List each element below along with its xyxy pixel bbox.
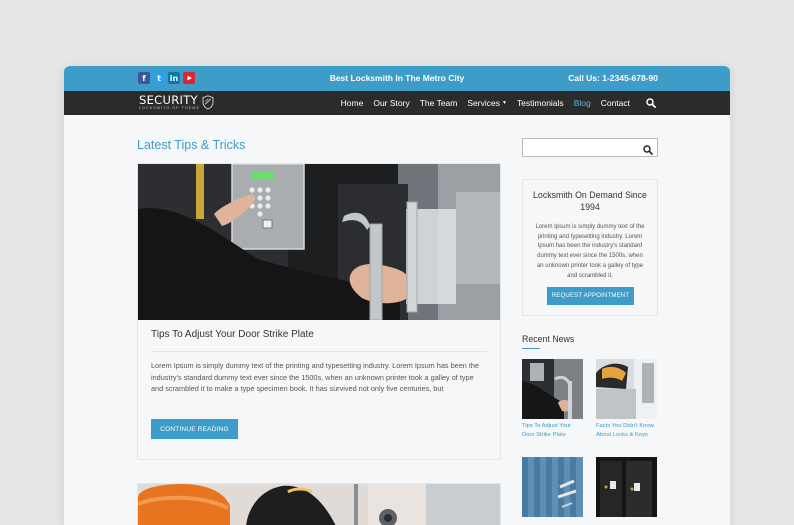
main-navbar: SECURITY LOCKSMITH OF THEME Home Our Sto… (64, 91, 730, 115)
news-thumbnail[interactable] (596, 457, 657, 517)
continue-reading-button[interactable]: CONTINUE READING (151, 419, 238, 439)
logo-subtitle: LOCKSMITH OF THEME (139, 106, 201, 110)
site-logo[interactable]: SECURITY LOCKSMITH OF THEME (139, 94, 214, 111)
shield-icon (202, 95, 214, 110)
sidebar-search-input[interactable] (522, 138, 658, 157)
news-thumbnail[interactable] (522, 457, 583, 517)
nav-item-testimonials[interactable]: Testimonials (517, 98, 564, 108)
news-caption[interactable]: Facts You Didn't Know About Locks & Keys (596, 422, 657, 440)
nav-menu: Home Our Story The Team Services ▼ Testim… (331, 91, 656, 115)
post-title[interactable]: Tips To Adjust Your Door Strike Plate (151, 329, 314, 340)
browser-window: f t in Best Locksmith In The Metro City … (64, 66, 730, 525)
post-image-next[interactable] (138, 484, 501, 525)
nav-item-contact[interactable]: Contact (601, 98, 630, 108)
recent-news-item[interactable] (596, 457, 657, 517)
search-icon[interactable] (643, 142, 653, 160)
blog-post-card: Tips To Adjust Your Door Strike Plate Lo… (137, 163, 501, 460)
nav-item-our-story[interactable]: Our Story (373, 98, 409, 108)
divider (151, 351, 487, 352)
recent-news-item[interactable] (522, 457, 583, 517)
post-excerpt: Lorem Ipsum is simply dummy text of the … (151, 361, 479, 394)
post-image[interactable] (138, 164, 500, 320)
caret-down-icon: ▼ (501, 100, 507, 106)
widget-text: Lorem Ipsum is simply dummy text of the … (535, 224, 645, 279)
top-bar: f t in Best Locksmith In The Metro City … (64, 66, 730, 91)
recent-news-title: Recent News (522, 334, 575, 344)
news-caption[interactable]: Tips To Adjust Your Door Strike Plate (522, 422, 583, 440)
nav-item-the-team[interactable]: The Team (420, 98, 458, 108)
section-heading: Latest Tips & Tricks (137, 138, 246, 152)
widget-title: Locksmith On Demand Since 1994 (533, 190, 647, 212)
logo-name: SECURITY (139, 93, 198, 107)
request-appointment-button[interactable]: REQUEST APPOINTMENT (547, 287, 634, 305)
news-thumbnail[interactable] (596, 359, 657, 419)
about-widget: Locksmith On Demand Since 1994 Lorem Ips… (522, 179, 658, 316)
nav-item-blog[interactable]: Blog (574, 98, 591, 108)
blog-post-card-next (137, 483, 501, 525)
nav-item-services[interactable]: Services ▼ (467, 98, 507, 108)
phone-number[interactable]: Call Us: 1-2345-678-90 (568, 73, 658, 83)
search-icon[interactable] (646, 98, 656, 108)
title-underline (522, 348, 540, 349)
nav-item-home[interactable]: Home (341, 98, 364, 108)
recent-news-item[interactable]: Facts You Didn't Know About Locks & Keys (596, 359, 657, 440)
news-thumbnail[interactable] (522, 359, 583, 419)
recent-news-item[interactable]: Tips To Adjust Your Door Strike Plate (522, 359, 583, 440)
